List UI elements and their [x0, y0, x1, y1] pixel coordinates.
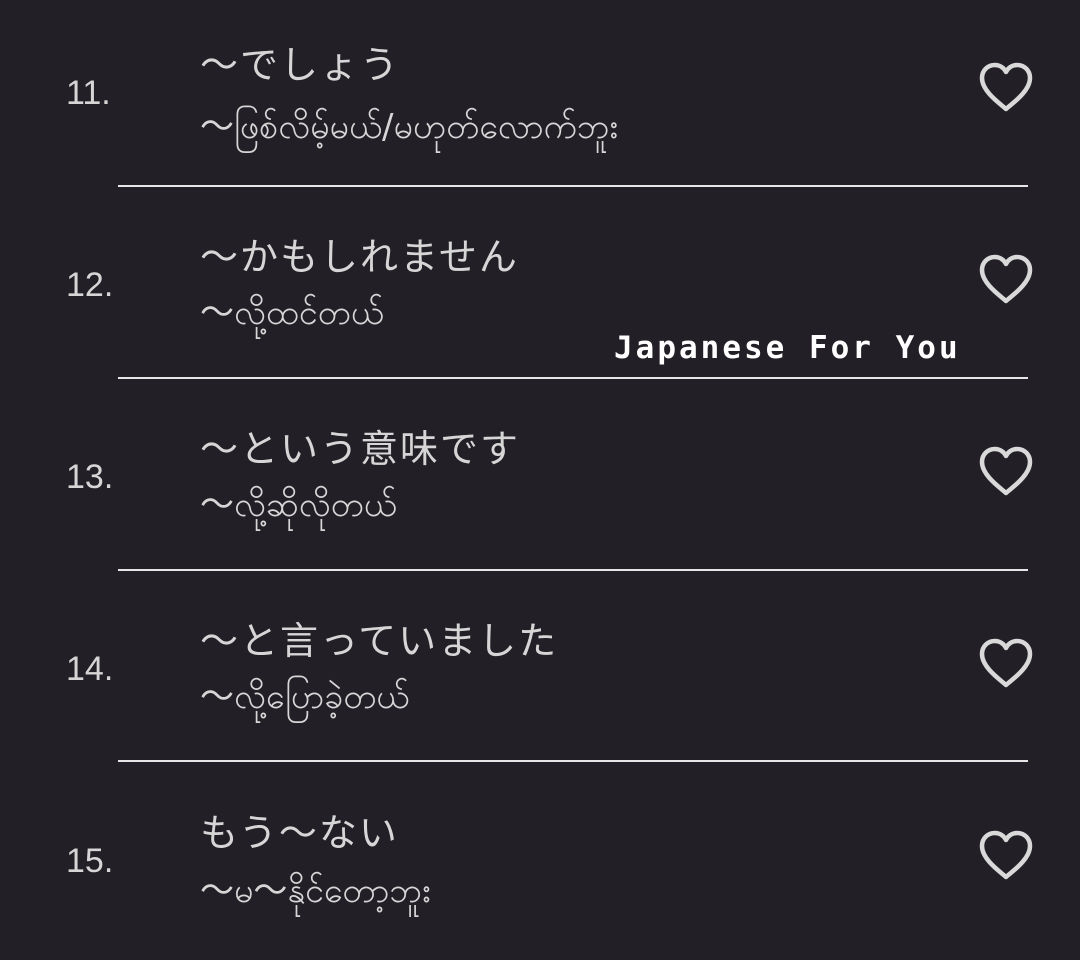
japanese-phrase: 〜でしょう: [200, 43, 401, 87]
item-number: 11.: [66, 74, 111, 112]
japanese-phrase: もう〜ない: [200, 811, 399, 855]
item-number: 14.: [66, 650, 114, 688]
japanese-phrase: 〜かもしれません: [200, 235, 519, 279]
divider: [118, 377, 1028, 379]
list-item[interactable]: 15. もう〜ない 〜မ〜နိုင်တော့ဘူး: [0, 768, 1080, 960]
japanese-phrase: 〜という意味です: [200, 427, 521, 471]
heart-outline-icon[interactable]: [978, 830, 1034, 882]
heart-outline-icon[interactable]: [978, 62, 1034, 114]
watermark-text: Japanese For You: [614, 330, 961, 366]
list-item[interactable]: 13. 〜という意味です 〜လို့ဆိုလိုတယ်: [0, 384, 1080, 576]
burmese-translation: 〜လို့ဆိုလိုတယ်: [200, 485, 397, 525]
item-number: 15.: [66, 842, 114, 880]
burmese-translation: 〜လို့ပြောခဲ့တယ်: [200, 677, 410, 717]
item-number: 13.: [66, 458, 114, 496]
heart-outline-icon[interactable]: [978, 446, 1034, 498]
divider: [118, 185, 1028, 187]
divider: [118, 569, 1028, 571]
grammar-list: 11. 〜でしょう 〜ဖြစ်လိမ့်မယ်/မဟုတ်လောက်ဘူး 12…: [0, 0, 1080, 948]
burmese-translation: 〜လို့ထင်တယ်: [200, 293, 384, 333]
divider: [118, 760, 1028, 762]
item-number: 12.: [66, 266, 114, 304]
heart-outline-icon[interactable]: [978, 638, 1034, 690]
list-item[interactable]: 14. 〜と言っていました 〜လို့ပြောခဲ့တယ်: [0, 576, 1080, 768]
japanese-phrase: 〜と言っていました: [200, 619, 559, 663]
burmese-translation: 〜ဖြစ်လိမ့်မယ်/မဟုတ်လောက်ဘူး: [200, 107, 619, 147]
burmese-translation: 〜မ〜နိုင်တော့ဘူး: [200, 871, 431, 911]
heart-outline-icon[interactable]: [978, 254, 1034, 306]
list-item[interactable]: 11. 〜でしょう 〜ဖြစ်လိမ့်မယ်/မဟုတ်လောက်ဘူး: [0, 0, 1080, 192]
